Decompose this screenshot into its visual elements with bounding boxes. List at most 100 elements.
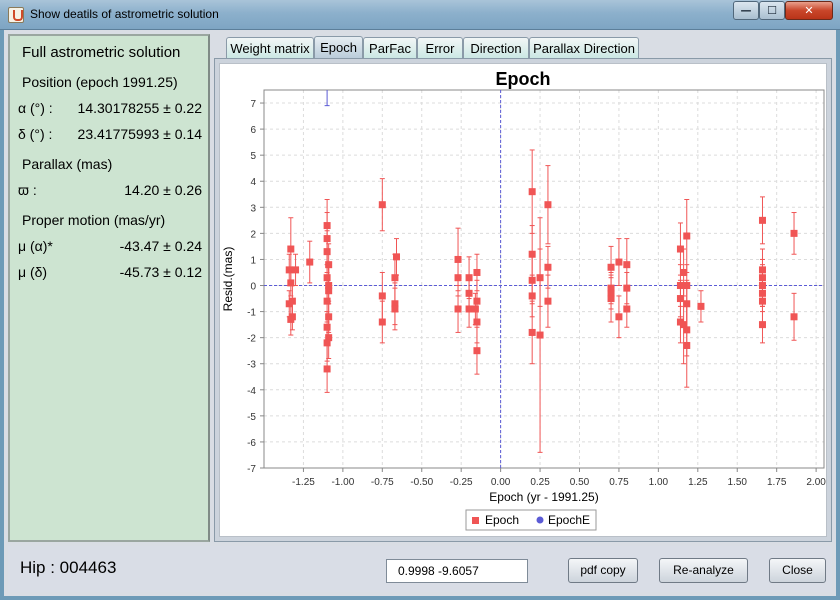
tab-error[interactable]: Error [417, 37, 463, 59]
pm-alpha-label: μ (α)* [18, 238, 53, 254]
close-window-button[interactable]: ✕ [785, 1, 833, 20]
x-tick-label: -0.25 [450, 477, 473, 488]
parallax-label: ϖ : [18, 182, 37, 198]
y-tick-label: 5 [250, 151, 256, 162]
tab-direction[interactable]: Direction [463, 37, 529, 59]
tab-bar: Weight matrix Epoch ParFac Error Directi… [212, 34, 832, 59]
epoch-point [683, 326, 691, 334]
x-tick-label: 1.00 [649, 477, 669, 488]
y-tick-label: -2 [247, 334, 256, 345]
y-tick-label: 1 [250, 255, 256, 266]
epoch-point [615, 258, 623, 266]
epoch-point [607, 263, 615, 271]
close-button[interactable]: Close [769, 558, 826, 583]
epoch-point [528, 188, 536, 196]
maximize-button[interactable]: ☐ [759, 1, 785, 20]
y-axis-label: Resid.(mas) [221, 247, 235, 312]
legend-epoch-marker [472, 517, 479, 524]
epoch-point [378, 292, 386, 300]
position-heading: Position (epoch 1991.25) [22, 74, 178, 90]
y-tick-label: 0 [250, 282, 256, 293]
epoch-point [683, 232, 691, 240]
epoch-point [378, 318, 386, 326]
parallax-heading: Parallax (mas) [22, 156, 113, 172]
cursor-coordinates-field[interactable]: 0.9998 -9.6057 [386, 559, 528, 583]
epoch-point [528, 328, 536, 336]
tab-parfac[interactable]: ParFac [363, 37, 417, 59]
y-tick-label: 2 [250, 229, 256, 240]
pdf-copy-button[interactable]: pdf copy [568, 558, 638, 583]
epoch-residual-chart[interactable]: Epoch -1.25 -1.00 -0.75 -0.50 -0.25 0.00 0.25 0… [220, 64, 826, 536]
alpha-label: α (°) : [18, 100, 53, 116]
java-app-icon [8, 7, 24, 23]
epoch-point [471, 305, 479, 313]
chart-area[interactable]: Epoch -1.25 -1.00 -0.75 -0.50 -0.25 0.00 0.25 0… [219, 63, 827, 537]
epoch-point [287, 245, 295, 253]
epoch-point [758, 216, 766, 224]
epoch-point [544, 297, 552, 305]
solution-heading: Full astrometric solution [22, 44, 181, 61]
x-tick-label: 2.00 [806, 477, 826, 488]
chart-legend: Epoch EpochE [465, 509, 597, 531]
epoch-point [528, 292, 536, 300]
status-bar: Hip : 004463 0.9998 -9.6057 pdf copy Re-… [8, 546, 832, 592]
tab-epoch[interactable]: Epoch [314, 36, 363, 59]
epoch-point [758, 297, 766, 305]
epoch-point [323, 365, 331, 373]
parallax-value: 14.20 ± 0.26 [124, 182, 202, 198]
data-points [285, 90, 798, 453]
legend-epoche-label: EpochE [548, 513, 590, 527]
legend-epoch-label: Epoch [485, 513, 519, 527]
epoch-point [623, 305, 631, 313]
x-axis-label: Epoch (yr - 1991.25) [489, 490, 598, 504]
title-bar: Show deatils of astrometric solution — ☐… [0, 0, 840, 30]
window-title: Show deatils of astrometric solution [30, 7, 219, 21]
epoch-point [790, 313, 798, 321]
pm-delta-value: -45.73 ± 0.12 [119, 264, 202, 280]
axis-ticks: -1.25 -1.00 -0.75 -0.50 -0.25 0.00 0.25 0.50 0.7… [247, 99, 826, 488]
y-tick-label: -3 [247, 360, 256, 371]
zero-lines [264, 90, 824, 468]
x-tick-label: -0.75 [371, 477, 394, 488]
epoch-point [790, 229, 798, 237]
tab-weight-matrix[interactable]: Weight matrix [226, 37, 314, 59]
chart-title: Epoch [495, 69, 550, 89]
delta-value: 23.41775993 ± 0.14 [77, 126, 202, 142]
x-tick-label: 0.75 [609, 477, 629, 488]
x-tick-label: 1.50 [728, 477, 748, 488]
x-tick-label: 0.25 [530, 477, 550, 488]
re-analyze-button[interactable]: Re-analyze [659, 558, 748, 583]
epoch-point [615, 313, 623, 321]
epoch-point [454, 274, 462, 282]
epoch-tab-panel: Epoch -1.25 -1.00 -0.75 -0.50 -0.25 0.00 0.25 0… [214, 58, 832, 542]
x-tick-label: -1.25 [292, 477, 315, 488]
tab-parallax-direction[interactable]: Parallax Direction [529, 37, 639, 59]
solution-panel: Full astrometric solution Position (epoc… [8, 34, 210, 542]
epoch-point [292, 266, 300, 274]
epoch-point [758, 321, 766, 329]
epoch-point [623, 261, 631, 269]
pm-delta-label: μ (δ) [18, 264, 48, 280]
epoch-point [536, 331, 544, 339]
epoch-point [697, 302, 705, 310]
epoch-point [473, 347, 481, 355]
y-tick-label: -1 [247, 308, 256, 319]
epoch-point [607, 295, 615, 303]
epoch-point [473, 268, 481, 276]
delta-label: δ (°) : [18, 126, 53, 142]
y-tick-label: -4 [247, 386, 256, 397]
x-tick-label: -1.00 [331, 477, 354, 488]
minimize-button[interactable]: — [733, 1, 759, 20]
epoch-point [544, 201, 552, 209]
x-tick-label: 1.25 [688, 477, 708, 488]
x-tick-label: 0.00 [491, 477, 511, 488]
y-tick-label: 4 [250, 177, 256, 188]
y-tick-label: -7 [247, 464, 256, 475]
proper-motion-heading: Proper motion (mas/yr) [22, 212, 166, 228]
y-tick-label: 6 [250, 125, 256, 136]
x-tick-label: 1.75 [767, 477, 787, 488]
alpha-value: 14.30178255 ± 0.22 [77, 100, 202, 116]
epoch-point [306, 258, 314, 266]
hip-identifier: Hip : 004463 [20, 558, 117, 577]
y-tick-label: 3 [250, 203, 256, 214]
